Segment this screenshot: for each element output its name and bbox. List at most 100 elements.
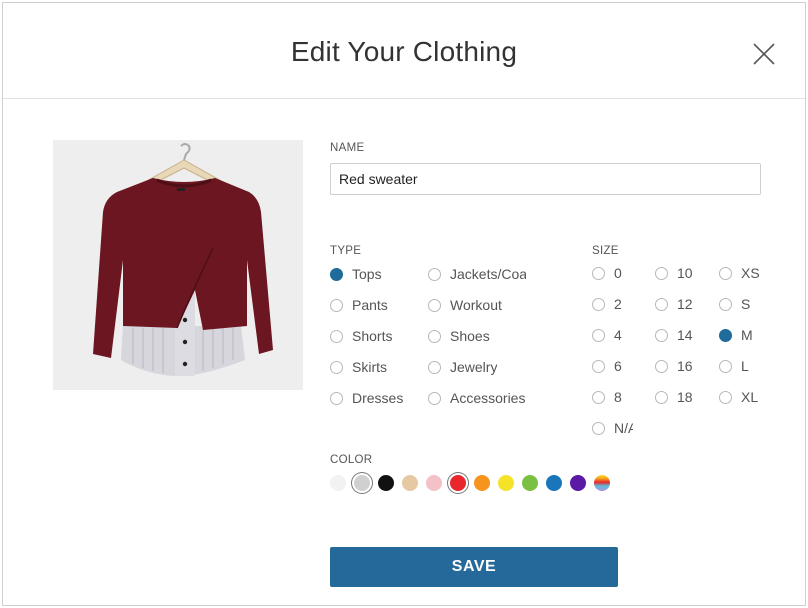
size-label: SIZE xyxy=(592,245,619,257)
color-swatch-gray[interactable] xyxy=(354,475,370,491)
type-option-workout[interactable]: Workout xyxy=(428,295,502,315)
size-option-xl[interactable]: XL xyxy=(719,387,758,407)
size-option-label: S xyxy=(741,296,751,312)
color-swatch-multicolor[interactable] xyxy=(594,475,610,491)
color-swatch-yellow[interactable] xyxy=(498,475,514,491)
item-photo xyxy=(53,140,303,390)
radio-button[interactable] xyxy=(428,360,441,374)
radio-button[interactable] xyxy=(428,329,441,343)
size-option-12[interactable]: 12 xyxy=(655,294,693,314)
size-option-label: 16 xyxy=(677,358,693,374)
size-option-label: 6 xyxy=(614,358,622,374)
radio-button[interactable] xyxy=(592,390,605,404)
radio-button[interactable] xyxy=(655,359,668,373)
close-icon xyxy=(753,43,775,65)
size-option-0[interactable]: 0 xyxy=(592,263,622,283)
type-option-jackets-coats[interactable]: Jackets/Coats xyxy=(428,264,526,284)
size-option-14[interactable]: 14 xyxy=(655,325,693,345)
radio-button[interactable] xyxy=(330,298,343,312)
size-option-2[interactable]: 2 xyxy=(592,294,622,314)
size-option-4[interactable]: 4 xyxy=(592,325,622,345)
size-option-6[interactable]: 6 xyxy=(592,356,622,376)
radio-button[interactable] xyxy=(655,328,668,342)
size-option-xs[interactable]: XS xyxy=(719,263,760,283)
radio-button[interactable] xyxy=(655,297,668,311)
size-option-18[interactable]: 18 xyxy=(655,387,693,407)
type-option-label: Shoes xyxy=(450,328,490,344)
type-option-dresses[interactable]: Dresses xyxy=(330,388,403,408)
radio-button[interactable] xyxy=(592,328,605,342)
size-option-label: 18 xyxy=(677,389,693,405)
radio-button[interactable] xyxy=(719,359,732,373)
type-option-tops[interactable]: Tops xyxy=(330,264,382,284)
size-option-label: L xyxy=(741,358,749,374)
radio-button[interactable] xyxy=(592,266,605,280)
size-option-na[interactable]: N/A xyxy=(592,418,633,438)
radio-button[interactable] xyxy=(592,297,605,311)
color-swatch-green[interactable] xyxy=(522,475,538,491)
size-option-label: XL xyxy=(741,389,759,405)
size-option-16[interactable]: 16 xyxy=(655,356,693,376)
close-button[interactable] xyxy=(751,41,777,67)
type-option-jewelry[interactable]: Jewelry xyxy=(428,357,497,377)
radio-button[interactable] xyxy=(719,297,732,311)
radio-button[interactable] xyxy=(330,329,343,343)
type-option-skirts[interactable]: Skirts xyxy=(330,357,387,377)
radio-button[interactable] xyxy=(330,267,343,281)
type-option-accessories[interactable]: Accessories xyxy=(428,388,525,408)
type-option-shoes[interactable]: Shoes xyxy=(428,326,490,346)
size-option-s[interactable]: S xyxy=(719,294,750,314)
name-input[interactable] xyxy=(330,163,761,195)
radio-button[interactable] xyxy=(592,421,605,435)
dialog-title: Edit Your Clothing xyxy=(290,36,518,67)
type-option-label: Workout xyxy=(450,297,502,313)
radio-button[interactable] xyxy=(655,266,668,280)
radio-button[interactable] xyxy=(428,391,441,405)
type-option-label: Skirts xyxy=(352,359,387,375)
color-swatch-blue[interactable] xyxy=(546,475,562,491)
size-option-label: N/A xyxy=(614,420,633,436)
size-option-label: 2 xyxy=(614,296,622,312)
size-option-label: 10 xyxy=(677,265,693,281)
type-option-label: Jackets/Coats xyxy=(450,266,526,282)
type-option-label: Dresses xyxy=(352,390,404,406)
radio-button[interactable] xyxy=(330,360,343,374)
radio-button[interactable] xyxy=(428,267,441,281)
red-sweater-on-hanger-icon xyxy=(93,143,273,376)
size-option-label: M xyxy=(741,327,753,343)
type-label: TYPE xyxy=(330,245,362,257)
radio-button[interactable] xyxy=(719,266,732,280)
size-option-8[interactable]: 8 xyxy=(592,387,622,407)
type-option-label: Jewelry xyxy=(450,359,498,375)
size-option-label: 0 xyxy=(614,265,622,281)
radio-button[interactable] xyxy=(592,359,605,373)
size-option-m[interactable]: M xyxy=(719,325,753,345)
type-option-label: Tops xyxy=(352,266,382,282)
color-swatch-purple[interactable] xyxy=(570,475,586,491)
size-option-label: XS xyxy=(741,265,760,281)
color-swatch-black[interactable] xyxy=(378,475,394,491)
radio-button[interactable] xyxy=(655,390,668,404)
type-option-label: Accessories xyxy=(450,390,526,406)
dialog-header: Edit Your Clothing xyxy=(3,3,805,99)
color-swatch-pink[interactable] xyxy=(426,475,442,491)
radio-button[interactable] xyxy=(719,390,732,404)
color-label: COLOR xyxy=(330,454,373,466)
type-option-pants[interactable]: Pants xyxy=(330,295,388,315)
color-swatch-beige[interactable] xyxy=(402,475,418,491)
type-option-label: Pants xyxy=(352,297,388,313)
edit-clothing-dialog: Edit Your Clothing NAME Red sweater TYPE… xyxy=(2,2,806,606)
color-swatch-white[interactable] xyxy=(330,475,346,491)
radio-button[interactable] xyxy=(428,298,441,312)
radio-button[interactable] xyxy=(719,328,732,342)
size-option-10[interactable]: 10 xyxy=(655,263,693,283)
color-swatch-red[interactable] xyxy=(450,475,466,491)
size-option-label: 4 xyxy=(614,327,622,343)
size-option-l[interactable]: L xyxy=(719,356,749,376)
radio-button[interactable] xyxy=(330,391,343,405)
save-button[interactable]: SAVE xyxy=(330,547,618,587)
size-option-label: 8 xyxy=(614,389,622,405)
size-option-label: 12 xyxy=(677,296,693,312)
type-option-shorts[interactable]: Shorts xyxy=(330,326,392,346)
color-swatch-orange[interactable] xyxy=(474,475,490,491)
